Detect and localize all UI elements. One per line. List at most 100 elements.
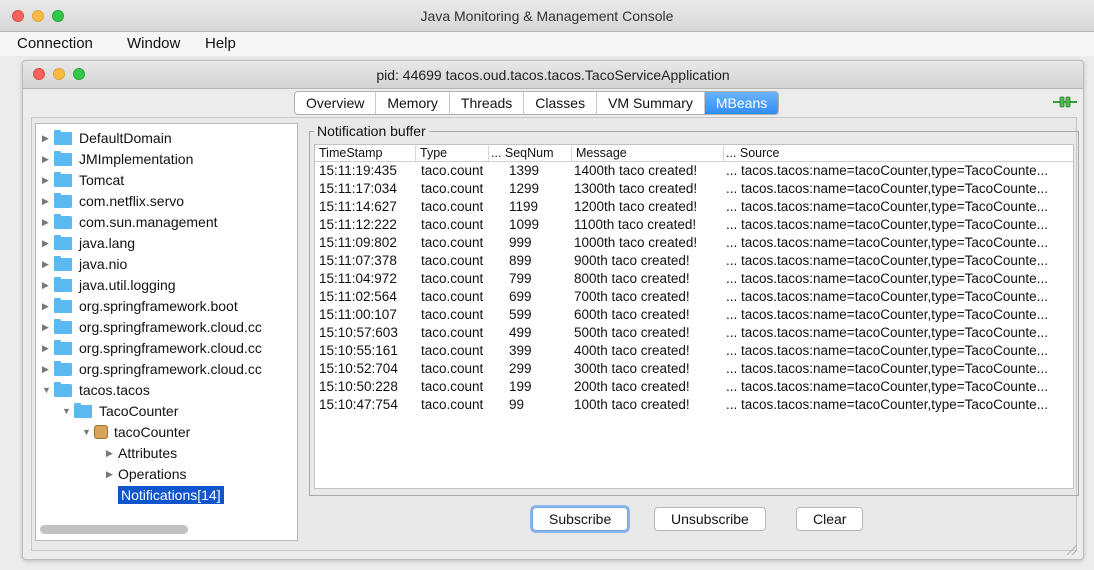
collapsed-arrow-icon[interactable]: ▶ <box>106 448 118 459</box>
table-row[interactable]: 15:11:09:802 taco.count 999 1000th taco cre… <box>315 235 1073 252</box>
menu-help[interactable]: Help <box>205 35 236 52</box>
tree-node[interactable]: ▶ org.springframework.cloud.cc <box>42 338 262 358</box>
cell-type: taco.count <box>421 217 484 232</box>
tree-node[interactable]: Notifications[14] <box>106 485 224 505</box>
tree-node[interactable]: ▶ JMImplementation <box>42 149 193 169</box>
collapsed-arrow-icon[interactable]: ▶ <box>42 343 54 354</box>
collapsed-arrow-icon[interactable]: ▶ <box>42 301 54 312</box>
cell-type: taco.count <box>421 379 484 394</box>
tree-node[interactable]: ▶ java.lang <box>42 233 135 253</box>
tree-node[interactable]: ▶ Operations <box>106 464 186 484</box>
table-row[interactable]: 15:10:50:228 taco.count 199 200th taco crea… <box>315 379 1073 396</box>
expanded-arrow-icon[interactable]: ▼ <box>42 385 54 395</box>
subscribe-button[interactable]: Subscribe <box>532 507 629 531</box>
cell-type: taco.count <box>421 199 484 214</box>
tree-node[interactable]: ▼ tacoCounter <box>82 422 190 442</box>
tree-node-label: Notifications[14] <box>118 486 224 504</box>
unsubscribe-button[interactable]: Unsubscribe <box>654 507 766 531</box>
collapsed-arrow-icon[interactable]: ▶ <box>42 364 54 375</box>
collapsed-arrow-icon[interactable]: ▶ <box>106 469 118 480</box>
notification-buffer-group: Notification buffer TimeStamp Type ... S… <box>309 123 1079 496</box>
cell-seqnum: 299 <box>509 361 532 376</box>
folder-icon <box>54 297 72 313</box>
cell-timestamp: 15:11:14:627 <box>319 199 397 214</box>
tree-node[interactable]: ▶ java.nio <box>42 254 127 274</box>
tree-node[interactable]: ▼ TacoCounter <box>62 401 178 421</box>
cell-timestamp: 15:10:57:603 <box>319 325 398 340</box>
tree-node[interactable]: ▶ DefaultDomain <box>42 128 172 148</box>
cell-message: 1100th taco created! <box>574 217 697 232</box>
column-timestamp[interactable]: TimeStamp <box>315 146 416 162</box>
connection-title: pid: 44699 tacos.oud.tacos.tacos.TacoSer… <box>376 67 730 83</box>
tree-node-label: org.springframework.boot <box>79 298 238 314</box>
column-source[interactable]: ... Source <box>724 146 1073 162</box>
tree-node[interactable]: ▶ com.sun.management <box>42 212 218 232</box>
cell-source: ... tacos.tacos:name=tacoCounter,type=Ta… <box>726 397 1048 412</box>
collapsed-arrow-icon[interactable]: ▶ <box>42 217 54 228</box>
tree-node[interactable]: ▶ Tomcat <box>42 170 124 190</box>
tree-node[interactable]: ▶ org.springframework.cloud.cc <box>42 317 262 337</box>
cell-type: taco.count <box>421 361 484 376</box>
cell-source: ... tacos.tacos:name=tacoCounter,type=Ta… <box>726 289 1048 304</box>
menubar: Connection Window Help <box>0 32 1094 56</box>
cell-timestamp: 15:11:02:564 <box>319 289 397 304</box>
table-row[interactable]: 15:10:57:603 taco.count 499 500th taco crea… <box>315 325 1073 342</box>
cell-source: ... tacos.tacos:name=tacoCounter,type=Ta… <box>726 235 1048 250</box>
collapsed-arrow-icon[interactable]: ▶ <box>42 322 54 333</box>
table-row[interactable]: 15:11:00:107 taco.count 599 600th taco crea… <box>315 307 1073 324</box>
tree-node-label: Operations <box>118 466 187 482</box>
collapsed-arrow-icon[interactable]: ▶ <box>42 259 54 270</box>
collapsed-arrow-icon[interactable]: ▶ <box>42 154 54 165</box>
table-row[interactable]: 15:10:52:704 taco.count 299 300th taco crea… <box>315 361 1073 378</box>
cell-message: 600th taco created! <box>574 307 690 322</box>
tree-node[interactable]: ▼ tacos.tacos <box>42 380 150 400</box>
collapsed-arrow-icon[interactable]: ▶ <box>42 238 54 249</box>
cell-source: ... tacos.tacos:name=tacoCounter,type=Ta… <box>726 307 1048 322</box>
table-row[interactable]: 15:11:19:435 taco.count 1399 1400th taco cr… <box>315 163 1073 180</box>
tab-vm-summary[interactable]: VM Summary <box>597 92 705 114</box>
tree-node[interactable]: ▶ org.springframework.cloud.cc <box>42 359 262 379</box>
tree-node[interactable]: ▶ com.netflix.servo <box>42 191 184 211</box>
tree-node[interactable]: ▶ Attributes <box>106 443 177 463</box>
table-row[interactable]: 15:11:07:378 taco.count 899 900th taco crea… <box>315 253 1073 270</box>
tree-node-label: tacos.tacos <box>79 382 150 398</box>
notification-table[interactable]: TimeStamp Type ... SeqNum Message ... So… <box>314 144 1074 489</box>
resize-grip[interactable] <box>1067 545 1077 555</box>
clear-button[interactable]: Clear <box>796 507 864 531</box>
mbean-tree[interactable]: ▶ DefaultDomain ▶ JMImplementation ▶ Tomcat ▶ c… <box>35 123 298 541</box>
table-row[interactable]: 15:10:47:754 taco.count 99 100th taco creat… <box>315 397 1073 414</box>
app-titlebar: Java Monitoring & Management Console <box>0 0 1094 32</box>
cell-seqnum: 599 <box>509 307 532 322</box>
cell-message: 500th taco created! <box>574 325 690 340</box>
column-type[interactable]: Type <box>416 146 489 162</box>
table-row[interactable]: 15:11:02:564 taco.count 699 700th taco crea… <box>315 289 1073 306</box>
tree-node[interactable]: ▶ org.springframework.boot <box>42 296 238 316</box>
expanded-arrow-icon[interactable]: ▼ <box>62 406 74 416</box>
collapsed-arrow-icon[interactable]: ▶ <box>42 196 54 207</box>
tab-mbeans[interactable]: MBeans <box>704 92 779 114</box>
cell-timestamp: 15:10:55:161 <box>319 343 398 358</box>
cell-seqnum: 999 <box>509 235 532 250</box>
tab-classes[interactable]: Classes <box>524 92 598 114</box>
column-message[interactable]: Message <box>572 146 724 162</box>
table-row[interactable]: 15:11:14:627 taco.count 1199 1200th taco cr… <box>315 199 1073 216</box>
folder-icon <box>54 276 72 292</box>
tree-node-label: org.springframework.cloud.cc <box>79 340 262 356</box>
table-row[interactable]: 15:10:55:161 taco.count 399 400th taco crea… <box>315 343 1073 360</box>
menu-connection[interactable]: Connection <box>17 35 93 52</box>
table-row[interactable]: 15:11:12:222 taco.count 1099 1100th taco cr… <box>315 217 1073 234</box>
menu-window[interactable]: Window <box>127 35 180 52</box>
table-row[interactable]: 15:11:17:034 taco.count 1299 1300th taco cr… <box>315 181 1073 198</box>
collapsed-arrow-icon[interactable]: ▶ <box>42 280 54 291</box>
cell-seqnum: 1399 <box>509 163 540 178</box>
table-row[interactable]: 15:11:04:972 taco.count 799 800th taco crea… <box>315 271 1073 288</box>
tab-overview[interactable]: Overview <box>295 92 377 114</box>
tab-threads[interactable]: Threads <box>450 92 525 114</box>
column-seqnum[interactable]: ... SeqNum <box>489 146 572 162</box>
tree-horizontal-scrollbar[interactable] <box>40 525 188 534</box>
expanded-arrow-icon[interactable]: ▼ <box>82 427 94 437</box>
tab-memory[interactable]: Memory <box>376 92 450 114</box>
collapsed-arrow-icon[interactable]: ▶ <box>42 175 54 186</box>
tree-node[interactable]: ▶ java.util.logging <box>42 275 176 295</box>
collapsed-arrow-icon[interactable]: ▶ <box>42 133 54 144</box>
